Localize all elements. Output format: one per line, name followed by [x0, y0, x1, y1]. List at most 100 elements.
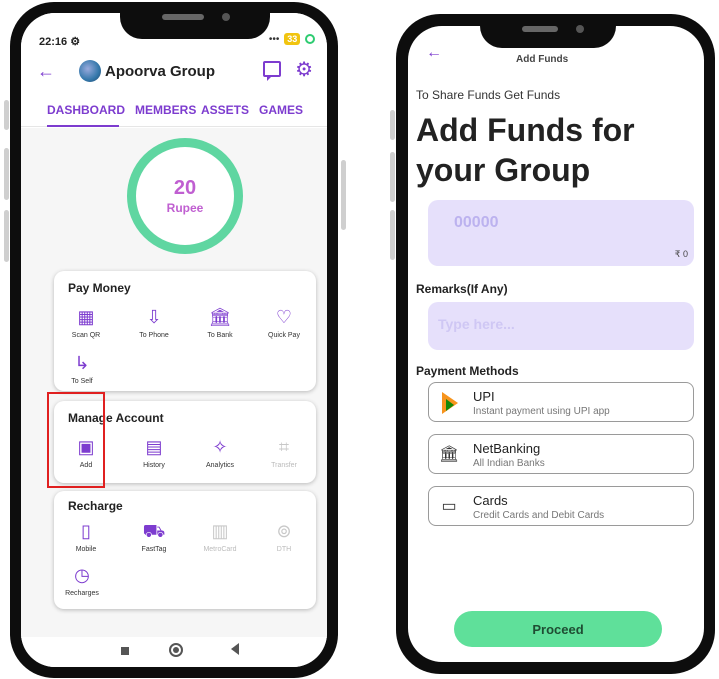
app-header: ← Apoorva Group ⚙ — [21, 51, 327, 91]
active-tab-indicator — [47, 125, 119, 127]
remarks-field[interactable] — [428, 302, 694, 350]
action-label: FastTag — [141, 546, 167, 553]
amount-field[interactable]: ₹ 0 — [428, 200, 694, 266]
status-indicators: ••• 33 — [269, 33, 315, 45]
dth-button[interactable]: ⊚ DTH — [256, 519, 312, 553]
to-phone-button[interactable]: ⇩ To Phone — [126, 305, 182, 339]
card-title: Recharge — [68, 499, 123, 513]
history-button[interactable]: ▤ History — [126, 435, 182, 469]
back-arrow-icon[interactable]: ← — [426, 44, 442, 62]
page-title: Add Funds for your Group — [416, 112, 635, 188]
balance-amount: 20 — [173, 177, 197, 199]
speaker-grille — [522, 26, 558, 32]
battery-badge: 33 — [284, 33, 301, 45]
card-title: Pay Money — [68, 281, 131, 295]
action-label: History — [143, 462, 165, 469]
payment-methods-label: Payment Methods — [416, 364, 519, 378]
right-phone-volume-button — [390, 110, 395, 140]
analytics-button[interactable]: ✧ Analytics — [192, 435, 248, 469]
transfer-button[interactable]: ⌗ Transfer — [256, 435, 312, 469]
balance-unit: Rupee — [166, 201, 204, 215]
group-name: Apoorva Group — [105, 63, 216, 80]
currency-hint: ₹ 0 — [674, 249, 688, 259]
recharges-button[interactable]: ◷ Recharges — [54, 563, 110, 597]
action-label: Quick Pay — [268, 332, 300, 339]
left-phone-volume-button — [4, 100, 9, 130]
tab-members[interactable]: MEMBERS — [135, 103, 196, 117]
left-phone: 22:16 ⚙ ••• 33 ← Apoorva Group ⚙ DASHBOA… — [10, 2, 338, 678]
proceed-button[interactable]: Proceed — [454, 611, 662, 647]
left-phone-power-button — [4, 210, 9, 262]
upi-icon — [442, 392, 458, 414]
speaker-grille — [162, 14, 204, 20]
to-bank-button[interactable]: 🏛 To Bank — [192, 305, 248, 339]
recent-apps-icon[interactable] — [121, 647, 129, 655]
scan-qr-button[interactable]: ▦ Scan QR — [58, 305, 114, 339]
recharge-history-icon: ◷ — [74, 565, 90, 585]
page-subtitle: To Share Funds Get Funds — [416, 88, 561, 102]
remarks-input[interactable] — [438, 316, 678, 332]
system-nav-bar — [21, 637, 327, 667]
charging-icon — [305, 34, 315, 45]
mobile-icon: ▯ — [81, 521, 91, 541]
action-label: To Phone — [139, 332, 169, 339]
chat-icon[interactable] — [263, 61, 281, 81]
header-title: Add Funds — [516, 54, 569, 65]
bank-icon: 🏛 — [439, 446, 460, 463]
payment-option-upi[interactable]: UPI Instant payment using UPI app — [428, 382, 694, 422]
right-phone-volume-button — [390, 152, 395, 202]
payment-option-netbanking[interactable]: 🏛 NetBanking All Indian Banks — [428, 434, 694, 474]
payment-option-name: UPI — [473, 389, 495, 404]
back-arrow-icon[interactable]: ← — [37, 61, 55, 82]
mobile-recharge-button[interactable]: ▯ Mobile — [58, 519, 114, 553]
right-phone: ← Add Funds To Share Funds Get Funds Add… — [396, 14, 715, 674]
add-button-highlight — [47, 392, 105, 488]
train-icon: ▥ — [211, 521, 229, 541]
payment-option-name: NetBanking — [473, 441, 541, 456]
sparkle-icon: ✧ — [212, 437, 228, 457]
payment-option-desc: All Indian Banks — [473, 458, 545, 469]
page: 22:16 ⚙ ••• 33 ← Apoorva Group ⚙ DASHBOA… — [0, 0, 719, 679]
action-label: To Self — [71, 378, 93, 385]
heart-icon: ♡ — [275, 307, 293, 327]
fasttag-button[interactable]: ⛟ FastTag — [126, 519, 182, 553]
metrocard-button[interactable]: ▥ MetroCard — [192, 519, 248, 553]
group-dashboard-screen: 22:16 ⚙ ••• 33 ← Apoorva Group ⚙ DASHBOA… — [21, 13, 327, 667]
card-icon: ▭ — [441, 498, 457, 515]
action-label: MetroCard — [203, 546, 237, 553]
receipt-icon: ▤ — [145, 437, 163, 457]
recharge-card: Recharge ▯ Mobile ⛟ FastTag ▥ MetroCard … — [54, 491, 316, 609]
payment-option-cards[interactable]: ▭ Cards Credit Cards and Debit Cards — [428, 486, 694, 526]
quick-pay-button[interactable]: ♡ Quick Pay — [256, 305, 312, 339]
action-label: Analytics — [205, 462, 234, 469]
crop-icon: ⌗ — [278, 437, 290, 457]
action-label: Scan QR — [71, 332, 101, 339]
tab-games[interactable]: GAMES — [259, 103, 303, 117]
car-icon: ⛟ — [142, 521, 166, 541]
payment-option-desc: Instant payment using UPI app — [473, 406, 610, 417]
left-phone-volume-button — [4, 148, 9, 200]
action-label: DTH — [276, 546, 292, 553]
action-label: Recharges — [65, 590, 99, 597]
bank-icon: 🏛 — [208, 307, 232, 327]
front-camera — [222, 13, 230, 21]
gear-icon[interactable]: ⚙ — [295, 57, 313, 82]
antenna-icon: ⊚ — [276, 521, 292, 541]
left-phone-side-button — [341, 160, 346, 230]
add-funds-screen: ← Add Funds To Share Funds Get Funds Add… — [408, 26, 704, 662]
payment-option-name: Cards — [473, 493, 508, 508]
signal-indicator: ••• — [268, 34, 280, 45]
tab-dashboard[interactable]: DASHBOARD — [47, 103, 125, 117]
home-icon[interactable] — [169, 643, 183, 657]
tab-assets[interactable]: ASSETS — [201, 103, 249, 117]
balance-ring: 20 Rupee — [127, 138, 243, 254]
to-self-button[interactable]: ↳ To Self — [54, 351, 110, 385]
nav-back-icon[interactable] — [231, 643, 239, 655]
pay-money-card: Pay Money ▦ Scan QR ⇩ To Phone 🏛 To Bank… — [54, 271, 316, 391]
self-transfer-icon: ↳ — [74, 353, 90, 373]
amount-input[interactable] — [454, 214, 614, 232]
remarks-label: Remarks(If Any) — [416, 282, 508, 296]
payment-option-desc: Credit Cards and Debit Cards — [473, 510, 605, 521]
action-label: To Bank — [207, 332, 233, 339]
phone-transfer-icon: ⇩ — [146, 307, 162, 327]
